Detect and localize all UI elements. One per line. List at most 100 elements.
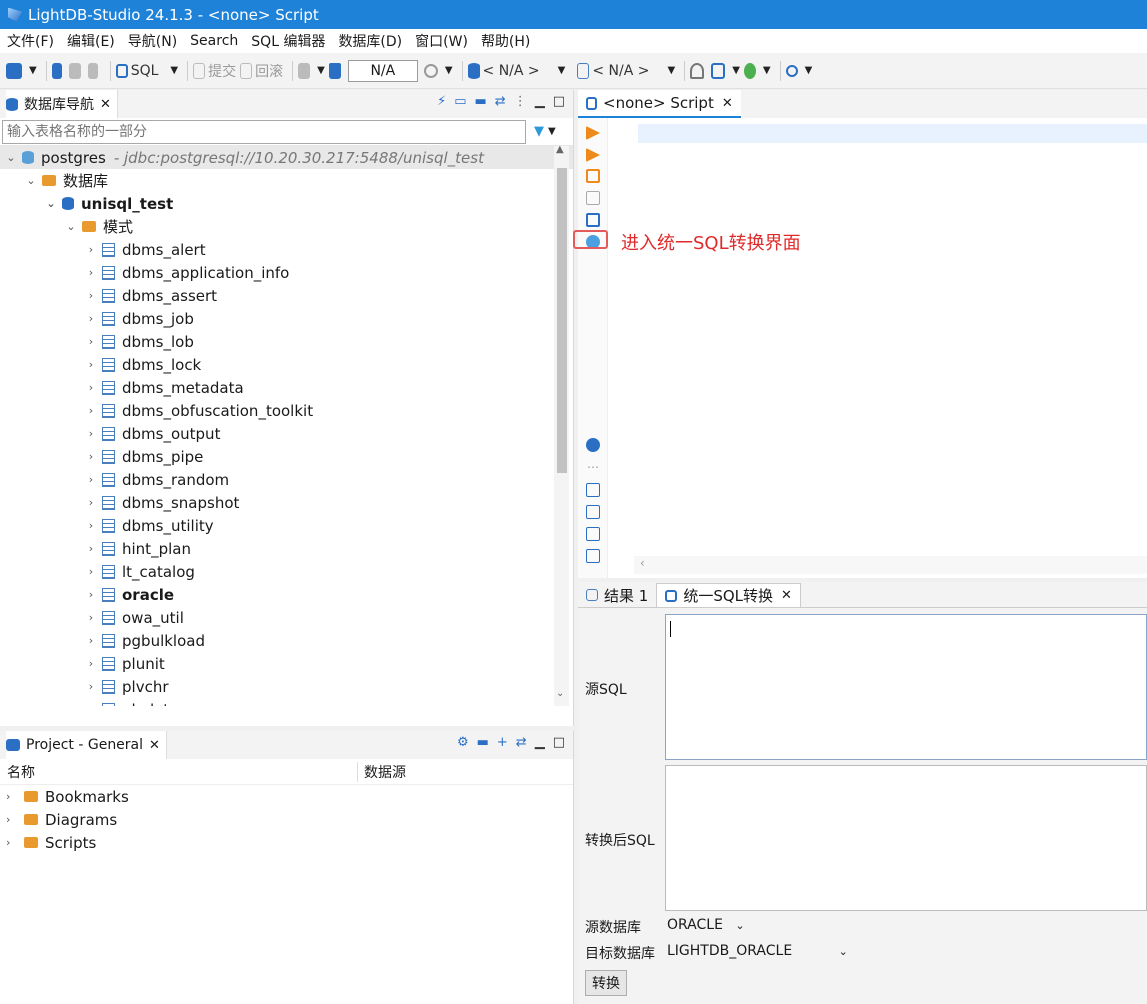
chevron-right-icon[interactable]: › — [84, 381, 98, 394]
tree-node-schema[interactable]: › dbms_assert — [0, 284, 573, 307]
table-filter-input[interactable] — [2, 119, 526, 144]
chevron-right-icon[interactable]: › — [84, 542, 98, 555]
gear-icon[interactable] — [586, 438, 600, 452]
rollback-button[interactable]: 回滚 — [240, 59, 283, 83]
commit-button[interactable]: 提交 — [193, 59, 236, 83]
export-icon[interactable] — [586, 483, 600, 497]
tree-node-schema[interactable]: › dbms_utility — [0, 514, 573, 537]
minimize-icon[interactable]: ▁ — [535, 735, 545, 750]
expand-icon[interactable]: + — [497, 735, 508, 750]
terminal-icon[interactable] — [586, 213, 600, 227]
chevron-right-icon[interactable]: › — [84, 404, 98, 417]
menu-search[interactable]: Search — [190, 33, 238, 49]
tree-node-databases[interactable]: ⌄ 数据库 — [0, 169, 573, 192]
chevron-right-icon[interactable]: › — [84, 611, 98, 624]
new-connection-button[interactable]: ▼ — [6, 59, 37, 83]
collapse-all-icon[interactable]: ▬ — [477, 735, 489, 750]
history-button[interactable]: ▼ — [423, 59, 453, 83]
new-folder-icon[interactable]: ▭ — [454, 94, 466, 109]
variables-icon[interactable] — [586, 527, 600, 541]
chevron-right-icon[interactable]: › — [84, 703, 98, 706]
active-schema-selector[interactable]: < N/A > ▼ — [577, 59, 675, 83]
chevron-right-icon[interactable]: › — [6, 836, 20, 849]
chevron-right-icon[interactable]: › — [84, 450, 98, 463]
new-connection-icon[interactable]: ⚡ — [437, 94, 446, 109]
scrollbar-thumb[interactable] — [557, 168, 567, 473]
chevron-right-icon[interactable]: › — [6, 790, 20, 803]
scroll-left-icon[interactable]: ‹ — [640, 556, 645, 570]
chevron-right-icon[interactable]: › — [84, 243, 98, 256]
chevron-right-icon[interactable]: › — [84, 335, 98, 348]
chevron-right-icon[interactable]: › — [84, 657, 98, 670]
tree-node-schema[interactable]: › dbms_pipe — [0, 445, 573, 468]
dashboard-button[interactable] — [690, 59, 707, 83]
tree-node-schema[interactable]: › dbms_lock — [0, 353, 573, 376]
chevron-right-icon[interactable]: › — [84, 634, 98, 647]
chevron-right-icon[interactable]: › — [84, 266, 98, 279]
converted-sql-textarea[interactable] — [665, 765, 1147, 911]
close-icon[interactable]: ✕ — [781, 588, 792, 603]
column-datasource[interactable]: 数据源 — [358, 762, 406, 782]
active-datasource-selector[interactable]: < N/A > ▼ — [467, 59, 565, 83]
minimize-icon[interactable]: ▁ — [535, 94, 545, 109]
tree-node-schema[interactable]: › lt_catalog — [0, 560, 573, 583]
tree-node-connection[interactable]: ⌄ postgres - jdbc:postgresql://10.20.30.… — [0, 146, 573, 169]
close-icon[interactable]: ✕ — [722, 96, 733, 111]
chevron-right-icon[interactable]: › — [84, 680, 98, 693]
chevron-right-icon[interactable]: › — [84, 565, 98, 578]
output-icon[interactable] — [586, 505, 600, 519]
current-line-highlight[interactable] — [638, 124, 1147, 143]
explain-plan-icon[interactable] — [586, 191, 600, 205]
chevron-right-icon[interactable]: › — [84, 496, 98, 509]
menu-window[interactable]: 窗口(W) — [415, 31, 468, 51]
gear-icon[interactable]: ⚙ — [457, 735, 469, 750]
menu-navigate[interactable]: 导航(N) — [128, 31, 177, 51]
tree-node-schema[interactable]: › dbms_alert — [0, 238, 573, 261]
filter-icon[interactable]: ▼ — [534, 124, 544, 139]
chevron-right-icon[interactable]: › — [84, 519, 98, 532]
tab-project-general[interactable]: Project - General ✕ — [6, 731, 167, 759]
debug-button[interactable]: ▼ — [743, 59, 771, 83]
tree-node-schema[interactable]: › dbms_metadata — [0, 376, 573, 399]
transaction-mode-field[interactable]: N/A — [347, 59, 418, 82]
tree-node-schema[interactable]: › dbms_obfuscation_toolkit — [0, 399, 573, 422]
tab-database-navigator[interactable]: 数据库导航 ✕ — [6, 90, 118, 118]
project-item-scripts[interactable]: › Scripts — [0, 831, 573, 854]
chevron-right-icon[interactable]: › — [84, 358, 98, 371]
sql-editor-button[interactable]: SQL ▼ — [115, 59, 178, 83]
disconnect-button[interactable] — [87, 59, 101, 83]
menu-help[interactable]: 帮助(H) — [481, 31, 530, 51]
project-item-bookmarks[interactable]: › Bookmarks — [0, 785, 573, 808]
collapse-all-icon[interactable]: ▬ — [475, 94, 487, 109]
more-icon[interactable]: ⋮ — [514, 94, 527, 109]
tree-node-schema[interactable]: › dbms_output — [0, 422, 573, 445]
source-sql-textarea[interactable] — [665, 614, 1147, 760]
link-editor-icon[interactable]: ⇄ — [516, 735, 527, 750]
chevron-right-icon[interactable]: › — [84, 473, 98, 486]
execute-new-tab-icon[interactable] — [586, 148, 600, 162]
tab-unisql-convert[interactable]: 统一SQL转换 ✕ — [656, 583, 801, 607]
project-item-diagrams[interactable]: › Diagrams — [0, 808, 573, 831]
chevron-right-icon[interactable]: › — [6, 813, 20, 826]
search-button[interactable]: ▼ — [785, 59, 812, 83]
menu-sql-editor[interactable]: SQL 编辑器 — [251, 31, 325, 51]
chevron-right-icon[interactable]: › — [84, 427, 98, 440]
tree-node-schema[interactable]: › dbms_random — [0, 468, 573, 491]
tree-node-schema[interactable]: › oracle — [0, 583, 573, 606]
tree-node-schema[interactable]: › dbms_application_info — [0, 261, 573, 284]
tree-node-schema[interactable]: › hint_plan — [0, 537, 573, 560]
lock-button[interactable] — [328, 59, 344, 83]
close-icon[interactable]: ✕ — [100, 97, 111, 112]
chevron-down-icon[interactable]: ⌄ — [24, 174, 38, 187]
tab-result-1[interactable]: 结果 1 — [578, 583, 656, 607]
tree-node-schemas[interactable]: ⌄ 模式 — [0, 215, 573, 238]
maximize-icon[interactable]: □ — [553, 94, 565, 109]
scroll-up-icon[interactable]: ▲ — [556, 146, 564, 155]
close-icon[interactable]: ✕ — [149, 738, 160, 753]
erd-button[interactable]: ▼ — [711, 59, 740, 83]
tree-node-schema[interactable]: › dbms_lob — [0, 330, 573, 353]
chevron-down-icon[interactable]: ⌄ — [4, 151, 18, 164]
maximize-icon[interactable]: □ — [553, 735, 565, 750]
tree-node-schema[interactable]: › plvchr — [0, 675, 573, 698]
tree-node-schema[interactable]: › plvdate — [0, 698, 573, 706]
